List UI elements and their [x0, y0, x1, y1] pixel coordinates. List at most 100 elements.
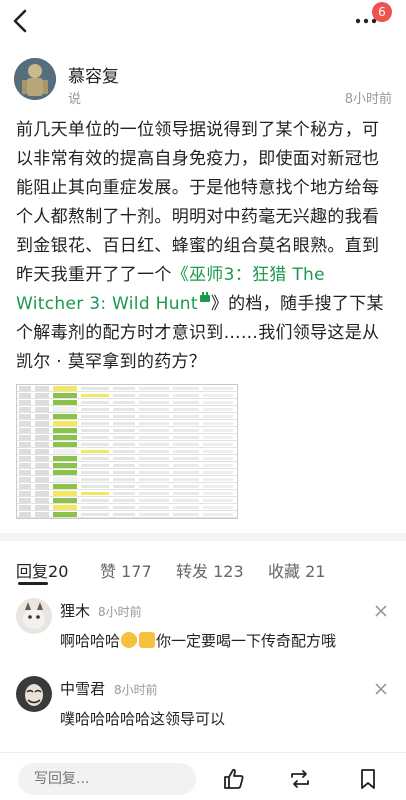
- sheet-cell: [139, 499, 169, 502]
- sheet-cell: [173, 429, 199, 432]
- sheet-cell: [139, 401, 169, 404]
- sheet-cell: [139, 457, 169, 460]
- sheet-row: [17, 413, 237, 420]
- repost-icon[interactable]: [288, 767, 312, 791]
- comment-timestamp: 8小时前: [114, 683, 158, 697]
- sheet-cell: [19, 512, 31, 517]
- sheet-cell: [113, 401, 135, 404]
- sheet-cell: [139, 471, 169, 474]
- sheet-cell: [81, 429, 109, 432]
- reply-input[interactable]: [18, 763, 196, 795]
- tab-favorites-count: 21: [305, 562, 326, 581]
- author-name[interactable]: 慕容复: [68, 62, 119, 87]
- chevron-left-icon[interactable]: [8, 6, 34, 36]
- sheet-cell: [35, 449, 49, 454]
- sheet-cell: [173, 422, 199, 425]
- thumbs-up-icon[interactable]: [222, 767, 246, 791]
- sheet-cell: [113, 436, 135, 439]
- sheet-row: [17, 406, 237, 413]
- sheet-cell: [173, 443, 199, 446]
- sheet-cell: [35, 491, 49, 496]
- sheet-row: [17, 385, 237, 392]
- sheet-cell: [203, 443, 233, 446]
- sheet-cell: [19, 421, 31, 426]
- sheet-cell: [203, 387, 233, 390]
- post-image-spreadsheet[interactable]: [16, 384, 238, 519]
- sheet-row: [17, 434, 237, 441]
- sheet-cell: [35, 505, 49, 510]
- sheet-row: [17, 490, 237, 497]
- sheet-cell: [19, 393, 31, 398]
- sheet-cell: [19, 498, 31, 503]
- sheet-cell: [139, 443, 169, 446]
- sheet-cell: [113, 387, 135, 390]
- sheet-cell: [19, 386, 31, 391]
- commenter-avatar[interactable]: [16, 676, 52, 712]
- tab-favorites[interactable]: 收藏 21: [268, 558, 325, 582]
- sheet-cell: [53, 407, 77, 412]
- sheet-cell: [113, 450, 135, 453]
- sheet-cell: [53, 477, 77, 482]
- sheet-cell: [81, 450, 109, 453]
- sheet-cell: [203, 464, 233, 467]
- author-avatar[interactable]: [14, 58, 56, 100]
- sheet-cell: [113, 443, 135, 446]
- sheet-cell: [203, 408, 233, 411]
- sheet-cell: [19, 435, 31, 440]
- commenter-name[interactable]: 中雪君: [60, 678, 105, 699]
- sheet-cell: [203, 429, 233, 432]
- tab-likes-count: 177: [121, 562, 152, 581]
- comment-item: 中雪君 8小时前 噗哈哈哈哈哈这领导可以: [0, 676, 406, 746]
- section-divider: [0, 533, 406, 541]
- sheet-cell: [53, 449, 77, 454]
- sheet-cell: [203, 422, 233, 425]
- thumbs-up-emoji-icon: [139, 632, 156, 648]
- sheet-cell: [53, 498, 77, 503]
- sheet-cell: [19, 470, 31, 475]
- sheet-cell: [203, 457, 233, 460]
- comment-text-part-1: 啊哈哈哈: [60, 632, 121, 650]
- sheet-row: [17, 420, 237, 427]
- sheet-cell: [203, 436, 233, 439]
- comment-timestamp: 8小时前: [98, 605, 142, 619]
- comment-item: 狸木 8小时前 啊哈哈哈 你一定要喝一下传奇配方哦: [0, 598, 406, 668]
- sheet-cell: [81, 422, 109, 425]
- sheet-row: [17, 483, 237, 490]
- sheet-cell: [35, 400, 49, 405]
- sheet-cell: [203, 492, 233, 495]
- sheet-cell: [35, 456, 49, 461]
- sheet-cell: [203, 401, 233, 404]
- sheet-cell: [203, 499, 233, 502]
- tab-replies-count: 20: [48, 562, 69, 581]
- sheet-cell: [53, 491, 77, 496]
- post-body: 前几天单位的一位领导据说得到了某个秘方，可以非常有效的提高自身免疫力，即使面对新…: [16, 116, 394, 377]
- sheet-cell: [139, 492, 169, 495]
- sheet-cell: [113, 415, 135, 418]
- post-timestamp: 8小时前: [344, 92, 392, 107]
- close-icon[interactable]: [374, 604, 388, 618]
- sheet-row: [17, 476, 237, 483]
- sheet-cell: [113, 457, 135, 460]
- sheet-cell: [139, 464, 169, 467]
- tab-reposts-count: 123: [213, 562, 244, 581]
- close-icon[interactable]: [374, 682, 388, 696]
- sheet-cell: [35, 484, 49, 489]
- sheet-row: [17, 504, 237, 511]
- bookmark-icon[interactable]: [356, 767, 380, 791]
- sheet-cell: [19, 407, 31, 412]
- tab-likes[interactable]: 赞 177: [100, 558, 152, 582]
- notification-badge[interactable]: 6: [372, 2, 392, 22]
- sheet-cell: [19, 414, 31, 419]
- tab-reposts[interactable]: 转发 123: [176, 558, 244, 582]
- sheet-cell: [35, 512, 49, 517]
- sheet-cell: [81, 464, 109, 467]
- sheet-cell: [203, 450, 233, 453]
- commenter-name[interactable]: 狸木: [60, 600, 90, 621]
- sheet-cell: [139, 478, 169, 481]
- tab-replies[interactable]: 回复20: [16, 558, 68, 582]
- comment-text: 噗哈哈哈哈哈这领导可以: [60, 710, 226, 728]
- sheet-cell: [53, 428, 77, 433]
- commenter-avatar[interactable]: [16, 598, 52, 634]
- sheet-cell: [203, 394, 233, 397]
- sheet-cell: [19, 400, 31, 405]
